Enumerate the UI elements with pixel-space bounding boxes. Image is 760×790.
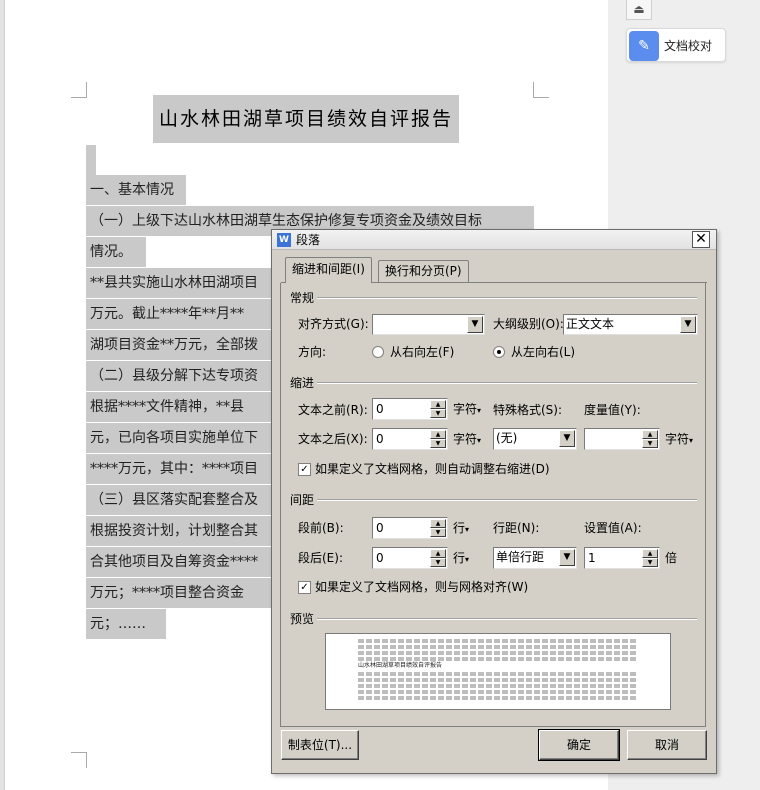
spin-up-icon[interactable]: ▲: [430, 549, 446, 558]
outline-level-select[interactable]: 正文文本 ▼: [563, 314, 698, 335]
document-line[interactable]: ****万元，其中：****项目: [86, 454, 271, 484]
proofread-button[interactable]: ✎ 文档校对: [626, 28, 726, 62]
document-check-icon: ✎: [629, 31, 659, 61]
document-line[interactable]: 一、基本情况: [86, 175, 186, 205]
special-format-select[interactable]: (无) ▼: [493, 428, 577, 450]
line-spacing-select[interactable]: 单倍行距 ▼: [493, 547, 577, 569]
indent-grid-label[interactable]: 如果定义了文档网格，则自动调整右缩进(D): [315, 459, 550, 479]
indent-after-input[interactable]: 0 ▲ ▼: [372, 428, 448, 450]
spacing-grid-checkbox[interactable]: ✓: [298, 581, 311, 594]
measure-unit[interactable]: 字符▾: [665, 428, 693, 452]
divider: [317, 297, 697, 299]
dialog-title: 段落: [296, 233, 321, 247]
tab-indent-spacing[interactable]: 缩进和间距(I): [285, 257, 372, 283]
spin-down-icon[interactable]: ▼: [430, 439, 446, 448]
measure-input[interactable]: ▲ ▼: [584, 428, 660, 450]
spin-up-icon[interactable]: ▲: [430, 519, 446, 528]
tab-panel: 常规 对齐方式(G): ▼ 大纲级别(O): 正文文本 ▼ 方向: 从右向左(F…: [280, 282, 707, 727]
setting-value-unit: 倍: [665, 551, 678, 565]
tab-line-page-break[interactable]: 换行和分页(P): [378, 260, 469, 282]
direction-label: 方向:: [298, 345, 327, 359]
margin-mark-bottom-left: [71, 752, 87, 768]
document-line[interactable]: 万元；****项目整合资金: [86, 578, 271, 608]
chevron-down-icon[interactable]: ▼: [467, 316, 483, 333]
spin-down-icon[interactable]: ▼: [642, 558, 658, 567]
close-icon[interactable]: ✕: [692, 231, 710, 248]
document-line[interactable]: **县共实施山水林田湖项目: [86, 268, 271, 298]
space-after-label: 段后(E):: [298, 551, 343, 565]
divider: [317, 382, 697, 384]
spin-up-icon[interactable]: ▲: [430, 430, 446, 439]
indent-after-unit[interactable]: 字符▾: [453, 428, 481, 452]
divider: [317, 499, 697, 501]
document-line[interactable]: （三）县区落实配套整合及: [86, 485, 271, 515]
section-preview-heading: 预览: [290, 612, 315, 626]
document-line[interactable]: （二）县级分解下达专项资: [86, 361, 271, 391]
tab-stops-button[interactable]: 制表位(T)...: [281, 730, 359, 760]
setting-value-label: 设置值(A):: [584, 521, 642, 535]
document-line[interactable]: 元，已向各项目实施单位下: [86, 423, 271, 453]
wps-writer-icon: W: [277, 233, 291, 247]
collapse-icon[interactable]: ⏏: [626, 0, 652, 20]
indent-grid-checkbox[interactable]: ✓: [298, 463, 311, 476]
spacing-grid-label[interactable]: 如果定义了文档网格，则与网格对齐(W): [315, 577, 528, 597]
space-before-unit[interactable]: 行▾: [453, 517, 469, 541]
indent-before-input[interactable]: 0 ▲ ▼: [372, 398, 448, 420]
special-format-label: 特殊格式(S):: [493, 403, 563, 417]
paragraph-dialog: W 段落 ✕ 缩进和间距(I) 换行和分页(P) 常规 对齐方式(G): ▼ 大…: [271, 229, 717, 774]
document-line[interactable]: 根据投资计划，计划整合其: [86, 516, 271, 546]
space-after-input[interactable]: 0 ▲ ▼: [372, 547, 448, 569]
indent-before-label: 文本之前(R):: [298, 403, 368, 417]
document-line[interactable]: 情况。: [86, 237, 146, 267]
direction-rtl-label[interactable]: 从右向左(F): [390, 342, 454, 362]
section-indent-heading: 缩进: [290, 376, 315, 390]
spin-up-icon[interactable]: ▲: [430, 400, 446, 409]
paragraph-preview: 山水林田湖草项目绩效自评报告: [325, 633, 671, 710]
spin-down-icon[interactable]: ▼: [430, 528, 446, 537]
margin-mark-top-right: [533, 82, 549, 98]
space-before-label: 段前(B):: [298, 521, 344, 535]
align-label: 对齐方式(G):: [298, 317, 369, 331]
align-select[interactable]: ▼: [372, 314, 485, 335]
cancel-button[interactable]: 取消: [627, 730, 707, 760]
section-spacing-heading: 间距: [290, 493, 315, 507]
document-line[interactable]: 万元。截止****年**月**: [86, 299, 271, 329]
spin-down-icon[interactable]: ▼: [430, 409, 446, 418]
chevron-down-icon[interactable]: ▼: [559, 430, 575, 447]
preview-sample-text: 山水林田湖草项目绩效自评报告: [358, 662, 443, 669]
margin-mark-top-left: [71, 82, 87, 98]
proofread-label: 文档校对: [664, 39, 713, 53]
direction-rtl-radio[interactable]: [372, 346, 384, 358]
spin-down-icon[interactable]: ▼: [430, 558, 446, 567]
divider: [317, 618, 697, 620]
chevron-down-icon[interactable]: ▼: [680, 316, 696, 333]
outline-level-label: 大纲级别(O):: [493, 317, 564, 331]
selection-empty-line: [86, 145, 96, 175]
document-line[interactable]: 根据****文件精神，**县: [86, 392, 271, 422]
measure-label: 度量值(Y):: [584, 403, 641, 417]
spin-down-icon[interactable]: ▼: [642, 439, 658, 448]
chevron-down-icon[interactable]: ▼: [559, 549, 575, 566]
setting-value-input[interactable]: 1 ▲ ▼: [584, 547, 660, 569]
direction-ltr-label[interactable]: 从左向右(L): [511, 342, 575, 362]
line-spacing-label: 行距(N):: [493, 521, 540, 535]
dialog-titlebar[interactable]: W 段落 ✕: [272, 230, 716, 250]
space-after-unit[interactable]: 行▾: [453, 547, 469, 571]
ok-button[interactable]: 确定: [538, 729, 620, 761]
indent-after-label: 文本之后(X):: [298, 432, 368, 446]
document-line[interactable]: 湖项目资金**万元，全部拨: [86, 330, 271, 360]
document-title[interactable]: 山水林田湖草项目绩效自评报告: [153, 95, 460, 143]
document-line[interactable]: 元；……: [86, 609, 166, 639]
spin-up-icon[interactable]: ▲: [642, 549, 658, 558]
spin-up-icon[interactable]: ▲: [642, 430, 658, 439]
direction-ltr-radio[interactable]: [493, 346, 505, 358]
indent-before-unit[interactable]: 字符▾: [453, 398, 481, 422]
space-before-input[interactable]: 0 ▲ ▼: [372, 517, 448, 539]
section-general-heading: 常规: [290, 291, 315, 305]
document-line[interactable]: 合其他项目及自筹资金****: [86, 547, 271, 577]
